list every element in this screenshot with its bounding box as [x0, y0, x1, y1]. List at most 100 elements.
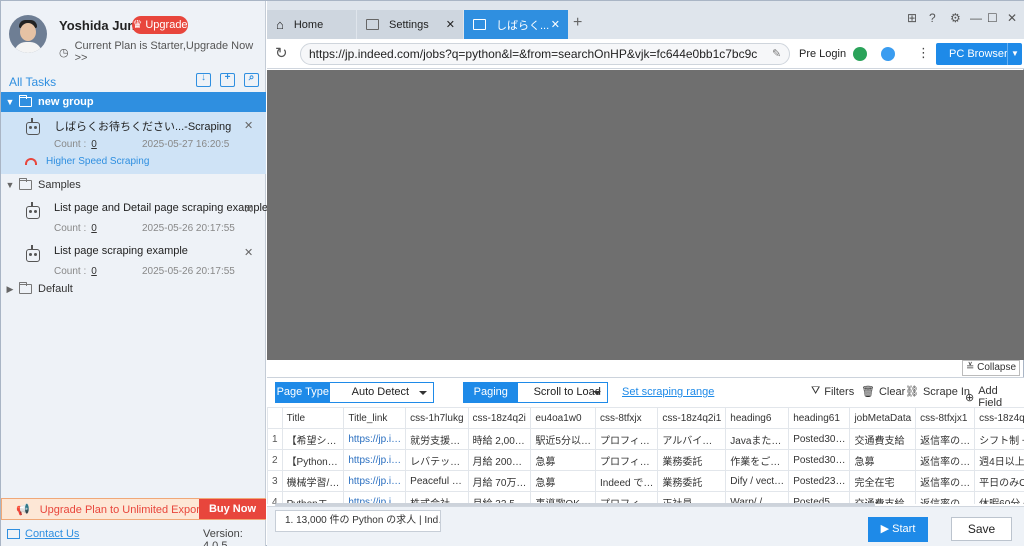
- table-cell[interactable]: Posted30…: [788, 449, 851, 471]
- add-field-button[interactable]: ⊕ Add Field: [965, 385, 1024, 409]
- table-cell[interactable]: 平日のみOK: [974, 470, 1024, 492]
- column-header[interactable]: heading61: [788, 407, 851, 429]
- column-header[interactable]: css-8tfxjx1: [915, 407, 976, 429]
- tab-home[interactable]: ⌂ Home: [267, 10, 356, 39]
- page-type-value[interactable]: Auto Detect: [329, 383, 433, 402]
- extension-icon[interactable]: [853, 47, 867, 61]
- download-icon[interactable]: [881, 47, 895, 61]
- close-icon[interactable]: ✕: [244, 119, 253, 132]
- paging-select[interactable]: Paging Scroll to Load: [463, 382, 608, 403]
- table-cell[interactable]: 急募: [530, 470, 596, 492]
- scrape-in-button[interactable]: ⛓ Scrape In: [905, 385, 970, 399]
- import-icon[interactable]: ↓: [196, 72, 211, 87]
- buy-now-button[interactable]: Buy Now: [199, 499, 266, 519]
- more-icon[interactable]: ⋮: [917, 45, 930, 61]
- task-item[interactable]: List page and Detail page scraping examp…: [1, 196, 268, 238]
- close-icon[interactable]: ✕: [244, 203, 253, 216]
- table-cell[interactable]: 返信率の…: [915, 449, 976, 471]
- group-default[interactable]: ▶ Default: [1, 279, 266, 299]
- table-row[interactable]: 2 【Python… https://jp.i… レバテッ… 月給 200… 急募 プロフィ…: [267, 449, 1024, 471]
- gear-icon[interactable]: ⚙: [950, 11, 961, 25]
- filters-button[interactable]: ⛛ Filters: [811, 385, 854, 398]
- table-cell[interactable]: レバテッ…: [405, 449, 469, 471]
- speed-mode[interactable]: Higher Speed Scraping: [25, 156, 149, 167]
- maximize-icon[interactable]: ☐: [987, 11, 998, 25]
- column-header[interactable]: eu4oa1w0: [530, 407, 596, 429]
- contact-us-link[interactable]: Contact Us: [25, 528, 79, 540]
- close-icon[interactable]: ✕: [551, 18, 560, 31]
- close-window-icon[interactable]: ✕: [1007, 11, 1017, 25]
- chevron-down-icon[interactable]: ▼: [1007, 43, 1022, 65]
- save-button[interactable]: Save: [951, 517, 1012, 541]
- table-cell[interactable]: 業務委託: [657, 470, 727, 492]
- upgrade-banner-text[interactable]: 📢 Upgrade Plan to Unlimited Export: [16, 503, 203, 517]
- url-input[interactable]: https://jp.indeed.com/jobs?q=python&l=&f…: [300, 43, 790, 65]
- table-cell[interactable]: 業務委託: [657, 449, 727, 471]
- table-cell[interactable]: 【Python…: [281, 449, 345, 471]
- table-row[interactable]: 3 機械学習/… https://jp.i… Peaceful … 月給 70万… 急募 I…: [267, 470, 1024, 492]
- table-cell[interactable]: シフト制 +2: [974, 428, 1024, 450]
- table-cell[interactable]: 就労支援…: [405, 428, 469, 450]
- row-number[interactable]: 1: [267, 428, 283, 450]
- row-number[interactable]: 3: [267, 470, 283, 492]
- table-cell[interactable]: Peaceful …: [405, 470, 469, 492]
- column-header[interactable]: Title_link: [343, 407, 407, 429]
- table-cell[interactable]: アルバイ…: [657, 428, 727, 450]
- new-tab-icon[interactable]: +: [573, 14, 582, 32]
- table-cell[interactable]: 返信率の…: [915, 470, 976, 492]
- upgrade-button[interactable]: ♛ Upgrade: [132, 16, 188, 34]
- edit-icon[interactable]: ✎: [772, 47, 781, 60]
- avatar[interactable]: [9, 15, 47, 53]
- column-header[interactable]: jobMetaData: [849, 407, 917, 429]
- collapse-button[interactable]: ≚ Collapse: [962, 360, 1020, 376]
- close-icon[interactable]: ✕: [446, 18, 455, 31]
- column-header[interactable]: css-18z4q2i: [467, 407, 532, 429]
- column-header[interactable]: heading6: [725, 407, 790, 429]
- row-number[interactable]: 2: [267, 449, 283, 471]
- tab-settings[interactable]: Settings ✕: [357, 10, 463, 39]
- gift-icon[interactable]: ⊞: [907, 11, 917, 25]
- minimize-icon[interactable]: —: [970, 11, 982, 25]
- pre-login-button[interactable]: Pre Login: [799, 48, 846, 60]
- table-cell[interactable]: 駅近5分以…: [530, 428, 596, 450]
- close-icon[interactable]: ✕: [244, 246, 253, 259]
- table-cell[interactable]: 【希望シ…: [281, 428, 345, 450]
- help-icon[interactable]: ?: [929, 11, 936, 25]
- reload-icon[interactable]: ↻: [275, 44, 288, 62]
- tab-active[interactable]: しばらく... ✕: [464, 10, 568, 39]
- task-item[interactable]: List page scraping example Count : 0 2025…: [1, 239, 266, 281]
- table-cell[interactable]: プロフィ…: [594, 428, 659, 450]
- table-cell[interactable]: 月給 200…: [467, 449, 532, 471]
- table-cell[interactable]: 急募: [530, 449, 596, 471]
- task-item[interactable]: しばらくお待ちください...-Scraping Count : 0 2025-05…: [1, 112, 266, 174]
- browser-viewport[interactable]: [267, 70, 1024, 360]
- group-samples[interactable]: ▼ Samples: [1, 175, 266, 195]
- add-task-icon[interactable]: +: [220, 72, 235, 87]
- table-cell[interactable]: 休暇60分 +6: [974, 491, 1024, 504]
- search-task-icon[interactable]: ⌕: [244, 72, 259, 87]
- table-cell[interactable]: Indeed で…: [594, 470, 659, 492]
- count-value[interactable]: 0: [91, 266, 97, 277]
- page-tab[interactable]: 1. 13,000 件の Python の求人 | Ind…: [275, 510, 441, 532]
- column-header[interactable]: css-8tfxjx: [594, 407, 659, 429]
- table-cell[interactable]: 時給 2,00…: [467, 428, 532, 450]
- page-type-select[interactable]: Page Type Auto Detect: [275, 382, 434, 403]
- table-cell[interactable]: Dify / vect…: [725, 470, 790, 492]
- table-cell[interactable]: 急募: [849, 449, 917, 471]
- table-cell[interactable]: 返信率の…: [915, 428, 976, 450]
- set-scraping-range-link[interactable]: Set scraping range: [622, 386, 714, 398]
- table-cell[interactable]: 作業をご…: [725, 449, 790, 471]
- column-header[interactable]: css-18z4q2i2: [974, 407, 1024, 429]
- count-value[interactable]: 0: [91, 139, 97, 150]
- paging-value[interactable]: Scroll to Load: [517, 383, 607, 402]
- table-cell[interactable]: 週4日以上…: [974, 449, 1024, 471]
- table-cell[interactable]: https://jp.i…: [343, 470, 407, 492]
- all-tasks-label[interactable]: All Tasks: [9, 75, 56, 89]
- table-cell[interactable]: https://jp.i…: [343, 428, 407, 450]
- count-value[interactable]: 0: [91, 223, 97, 234]
- table-cell[interactable]: 月給 70万…: [467, 470, 532, 492]
- table-cell[interactable]: 完全在宅: [849, 470, 917, 492]
- group-new-group[interactable]: ▼ new group: [1, 92, 266, 112]
- column-header[interactable]: css-18z4q2i1: [657, 407, 727, 429]
- table-row[interactable]: 1 【希望シ… https://jp.i… 就労支援… 時給 2,00… 駅近5分以… プロ…: [267, 428, 1024, 450]
